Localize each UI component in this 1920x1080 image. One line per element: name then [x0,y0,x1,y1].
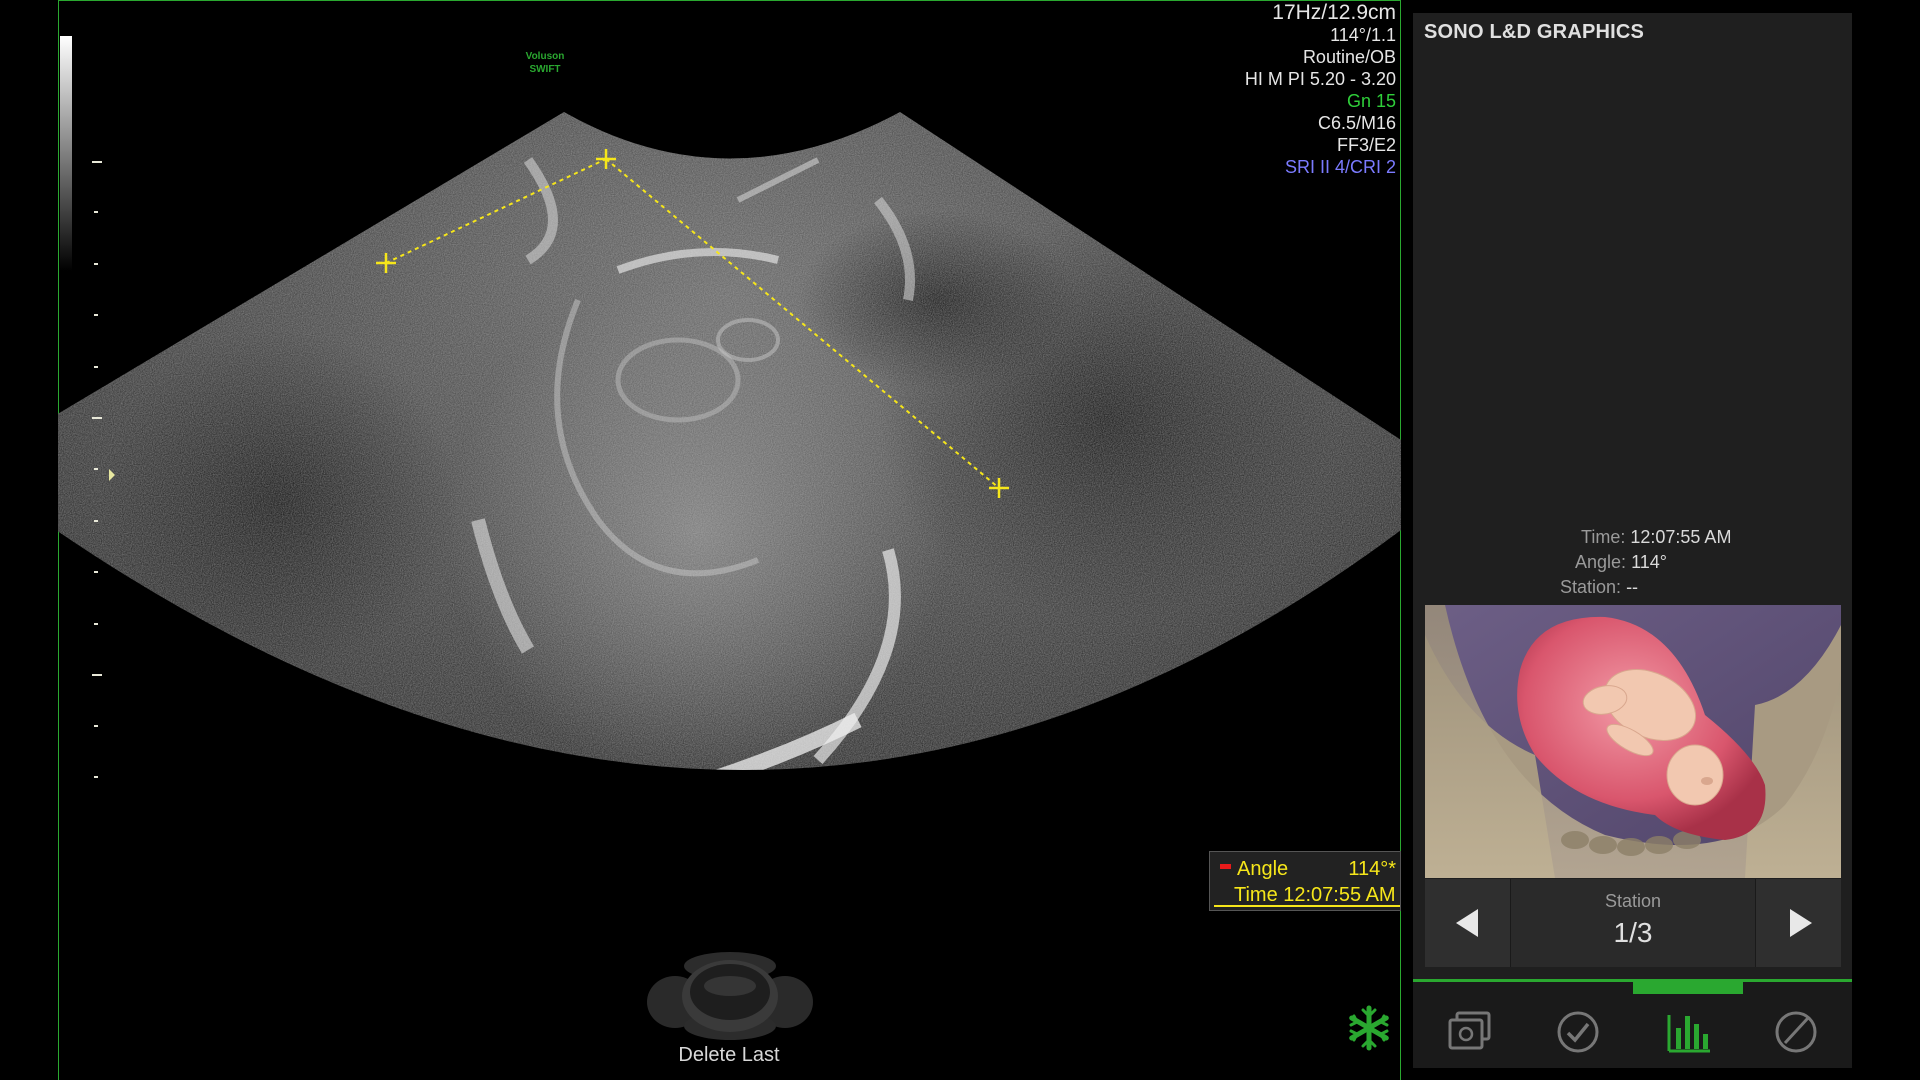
info-station-value: -- [1626,577,1639,597]
panel-tab-strip [1413,979,1852,1068]
measurement-marker [1220,864,1231,869]
grayscale-bar [60,36,72,271]
param-frame-depth: 17Hz/12.9cm [1272,1,1396,24]
angle-row: Angle 114°* [1220,858,1396,881]
measurement-result-box: Angle 114°* Time 12:07:55 AM [1209,851,1401,911]
depth-tick [94,263,98,265]
depth-tick [94,776,98,778]
info-angle-value: 114° [1631,552,1667,572]
depth-tick [94,623,98,625]
previous-station-button[interactable] [1425,879,1511,967]
time-row: Time 12:07:55 AM [1234,884,1396,906]
freeze-snowflake-icon[interactable] [1346,1005,1392,1051]
depth-tick [94,366,98,368]
voluson-logo: Voluson SWIFT [520,50,570,76]
param-frequency: HI M PI 5.20 - 3.20 [1244,69,1396,89]
param-preset: Routine/OB [1302,47,1396,67]
station-nav-label: Station [1604,891,1662,911]
depth-tick [92,161,102,163]
info-time-row: Time: 12:07:55 AM [1581,527,1731,548]
sono-ld-graphics-panel: SONO L&D GRAPHICS Time: 12:07:55 AM Angl… [1413,13,1852,1068]
ultrasound-sector [58,112,1401,770]
param-gain: Gn 15 [1346,91,1396,111]
arrow-left-icon [1456,909,1478,937]
angle-label: Angle [1237,858,1289,880]
info-angle-row: Angle: 114° [1575,552,1667,573]
photo-stack-icon[interactable] [1447,1010,1493,1052]
trackball-icon[interactable] [645,952,815,1042]
imaging-parameters: 17Hz/12.9cm 114°/1.1 Routine/OB HI M PI … [1245,2,1396,178]
info-station-label: Station: [1560,577,1622,597]
info-station-row: Station: -- [1560,577,1638,598]
param-sri: SRI II 4/CRI 2 [1284,157,1396,177]
param-angle: 114°/1.1 [1330,25,1396,45]
depth-tick [94,725,98,727]
depth-tick [94,571,98,573]
info-time-value: 12:07:55 AM [1630,527,1732,547]
logo-line2: SWIFT [529,64,561,75]
bar-chart-icon[interactable] [1666,1010,1712,1054]
active-tab-indicator [1633,982,1743,994]
delete-last-label[interactable]: Delete Last [644,1044,814,1067]
param-filter: FF3/E2 [1336,135,1396,155]
arrow-right-icon [1790,909,1812,937]
angle-value: 114°* [1348,858,1396,880]
depth-tick [94,211,98,213]
measurement-underline [1214,905,1400,907]
depth-tick [92,417,102,419]
depth-tick [94,314,98,316]
focus-marker [109,469,115,481]
angle-gauge-icon[interactable] [1774,1010,1818,1054]
logo-line1: Voluson [525,51,565,62]
checkmark-icon[interactable] [1556,1010,1600,1054]
info-angle-label: Angle: [1575,552,1627,572]
station-nav-value: 1/3 [1613,917,1653,948]
panel-title: SONO L&D GRAPHICS [1424,21,1645,43]
station-navigation: Station 1/3 [1425,879,1841,967]
depth-tick [94,468,98,470]
depth-tick [94,520,98,522]
depth-tick [92,674,102,676]
info-time-label: Time: [1581,527,1626,547]
next-station-button[interactable] [1755,879,1841,967]
param-contrast: C6.5/M16 [1317,113,1396,133]
fetal-position-illustration [1425,605,1841,878]
